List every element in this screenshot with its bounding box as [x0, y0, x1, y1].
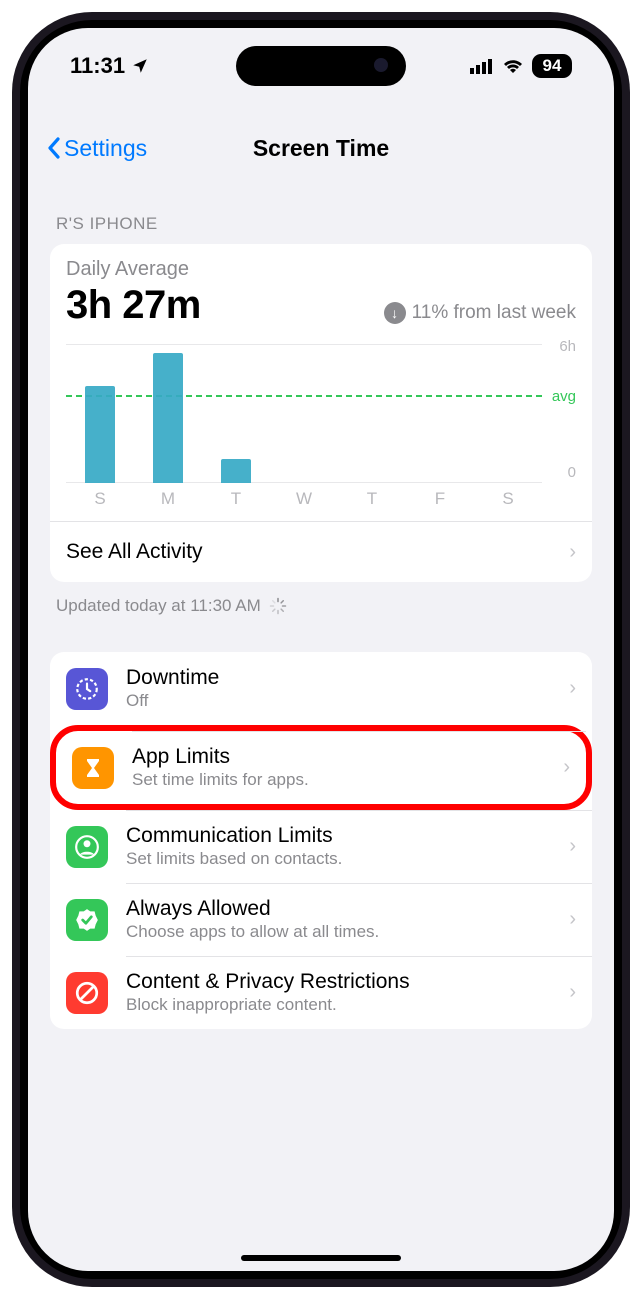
see-all-label: See All Activity: [66, 540, 203, 564]
chevron-right-icon: ›: [569, 541, 576, 564]
battery-level: 94: [532, 54, 572, 78]
trend-indicator: ↓ 11% from last week: [384, 302, 576, 324]
home-indicator[interactable]: [241, 1255, 401, 1261]
bar-slot: [202, 338, 270, 483]
menu-item-communication-limits[interactable]: Communication LimitsSet limits based on …: [50, 810, 592, 883]
page-title: Screen Time: [28, 135, 614, 162]
daily-average-label: Daily Average: [66, 258, 576, 281]
chevron-right-icon: ›: [569, 835, 576, 858]
menu-item-subtitle: Set limits based on contacts.: [126, 849, 569, 869]
dynamic-island: [236, 46, 406, 86]
settings-menu: DowntimeOff›App LimitsSet time limits fo…: [50, 652, 592, 1029]
bar-slot: [270, 338, 338, 483]
day-label: S: [66, 489, 134, 509]
chevron-right-icon: ›: [569, 908, 576, 931]
day-label: T: [202, 489, 270, 509]
bar: [221, 459, 251, 483]
day-label: S: [474, 489, 542, 509]
day-label: T: [338, 489, 406, 509]
check-icon: [66, 899, 108, 941]
nav-header: Settings Screen Time: [28, 120, 614, 176]
menu-item-subtitle: Set time limits for apps.: [132, 770, 563, 790]
avg-label: avg: [552, 388, 576, 405]
spinner-icon: [269, 597, 287, 615]
daily-average-card[interactable]: Daily Average 3h 27m ↓ 11% from last wee…: [50, 244, 592, 582]
y-axis-zero: 0: [568, 464, 576, 481]
chevron-right-icon: ›: [569, 981, 576, 1004]
bar-slot: [338, 338, 406, 483]
menu-item-subtitle: Block inappropriate content.: [126, 995, 569, 1015]
daily-average-value: 3h 27m: [66, 283, 201, 328]
bar-slot: [66, 338, 134, 483]
chevron-right-icon: ›: [569, 677, 576, 700]
menu-item-subtitle: Choose apps to allow at all times.: [126, 922, 569, 942]
wifi-icon: [502, 58, 524, 74]
menu-item-app-limits[interactable]: App LimitsSet time limits for apps.›: [50, 725, 592, 810]
chevron-right-icon: ›: [563, 756, 570, 779]
day-label: M: [134, 489, 202, 509]
arrow-down-icon: ↓: [384, 302, 406, 324]
hourglass-icon: [72, 747, 114, 789]
bar: [153, 353, 183, 484]
see-all-activity-button[interactable]: See All Activity ›: [50, 522, 592, 582]
bar-slot: [406, 338, 474, 483]
nosign-icon: [66, 972, 108, 1014]
menu-item-always-allowed[interactable]: Always AllowedChoose apps to allow at al…: [50, 883, 592, 956]
clock-icon: [66, 668, 108, 710]
section-header: R'S IPHONE: [50, 188, 592, 244]
bar-slot: [474, 338, 542, 483]
menu-item-content-privacy-restrictions[interactable]: Content & Privacy RestrictionsBlock inap…: [50, 956, 592, 1029]
trend-text: 11% from last week: [412, 302, 576, 324]
bar: [85, 386, 115, 483]
cellular-icon: [470, 58, 494, 74]
menu-item-title: Downtime: [126, 666, 569, 690]
person-icon: [66, 826, 108, 868]
y-axis-max: 6h: [559, 338, 576, 355]
menu-item-downtime[interactable]: DowntimeOff›: [50, 652, 592, 725]
menu-item-title: Content & Privacy Restrictions: [126, 970, 569, 994]
location-icon: [131, 57, 149, 75]
menu-item-title: Always Allowed: [126, 897, 569, 921]
menu-item-title: Communication Limits: [126, 824, 569, 848]
day-label: W: [270, 489, 338, 509]
bar-slot: [134, 338, 202, 483]
menu-item-title: App Limits: [132, 745, 563, 769]
updated-row: Updated today at 11:30 AM: [50, 582, 592, 616]
menu-item-subtitle: Off: [126, 691, 569, 711]
updated-text: Updated today at 11:30 AM: [56, 596, 261, 616]
day-label: F: [406, 489, 474, 509]
usage-chart: 6h avg 0 SMTWTFS: [66, 338, 576, 513]
status-time: 11:31: [70, 53, 125, 79]
